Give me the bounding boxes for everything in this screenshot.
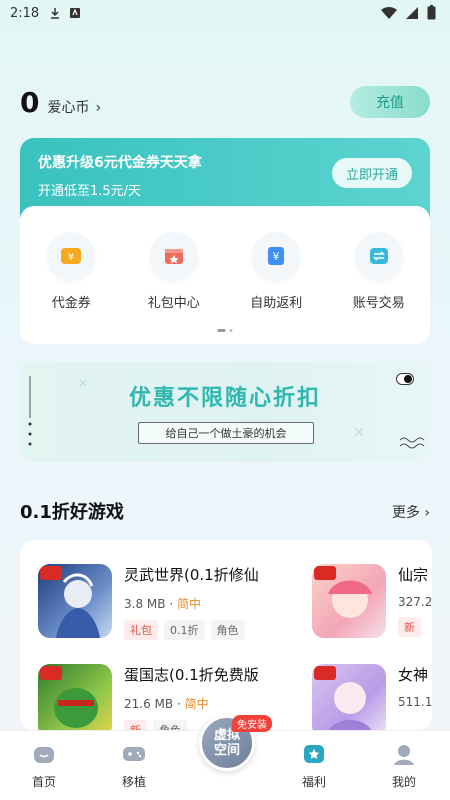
feature-rebate[interactable]: ¥ 自助返利 [231, 232, 321, 344]
game-meta: 327.2 [398, 595, 432, 609]
game-info: 灵武世界(0.1折修仙 3.8 MB · 简中 礼包 0.1折 角色 [124, 564, 294, 640]
game-name: 蛋国志(0.1折免费版 [124, 666, 259, 684]
nav-label: 移植 [121, 775, 146, 789]
game-name: 仙宗 [398, 566, 429, 584]
coins-label: 爱心币 [47, 100, 90, 116]
game-tag: 角色 [153, 720, 187, 730]
promo-banner[interactable]: 优惠不限随心折扣 给自己一个做土豪的机会 [20, 362, 430, 462]
game-item[interactable]: 女神 511.1 [312, 664, 432, 730]
game-thumbnail [312, 564, 386, 638]
banner-toggle-icon [396, 373, 414, 385]
no-install-badge: 免安装 [232, 715, 272, 732]
more-link[interactable]: 更多 › [392, 502, 430, 522]
nav-welfare[interactable]: 福利 [284, 741, 344, 790]
game-meta: 511.1 [398, 695, 432, 709]
signal-icon [406, 6, 418, 19]
battery-icon [427, 5, 436, 20]
game-item[interactable]: 灵武世界(0.1折修仙 3.8 MB · 简中 礼包 0.1折 角色 [38, 564, 294, 640]
status-right [381, 5, 436, 20]
game-tag: 礼包 [124, 620, 158, 640]
game-size: 21.6 MB [124, 697, 174, 711]
game-tag: 角色 [210, 620, 245, 640]
banner-title: 优惠不限随心折扣 [128, 386, 321, 411]
nav-home[interactable]: 首页 [14, 741, 74, 790]
game-name: 女神 [398, 666, 429, 684]
game-tag: 新 [124, 720, 147, 730]
nav-label: 我的 [391, 775, 416, 789]
voucher-icon: ¥ [47, 232, 96, 280]
recharge-button[interactable]: 充值 [350, 86, 430, 118]
chevron-right-icon: › [95, 100, 102, 116]
game-info: 女神 511.1 [398, 664, 432, 730]
nav-port[interactable]: 移植 [104, 741, 164, 790]
game-item[interactable]: 仙宗 327.2 新 [312, 564, 432, 638]
game-info: 仙宗 327.2 新 [398, 564, 432, 638]
account-trade-icon [354, 232, 403, 280]
nav-mine[interactable]: 我的 [374, 741, 434, 790]
chevron-right-icon: › [424, 505, 430, 521]
virtual-space-label: 虚拟 空间 [213, 728, 240, 758]
game-tags: 礼包 0.1折 角色 [124, 620, 294, 640]
feature-account-trade[interactable]: 账号交易 [334, 232, 424, 344]
app-notification-icon [70, 8, 81, 18]
welfare-star-icon [304, 745, 324, 763]
game-name: 灵武世界(0.1折修仙 [124, 566, 259, 584]
wifi-icon [381, 6, 397, 19]
svg-text:¥: ¥ [273, 250, 280, 263]
svg-text:¥: ¥ [68, 252, 74, 263]
nav-label: 福利 [301, 775, 326, 789]
bottom-nav: 首页 移植 虚拟 空间 免安装 福利 我的 [0, 715, 450, 800]
status-bar: 2:18 [0, 0, 450, 26]
games-card: 灵武世界(0.1折修仙 3.8 MB · 简中 礼包 0.1折 角色 仙宗 32… [20, 540, 432, 730]
feature-gift-center[interactable]: 礼包中心 [129, 232, 219, 344]
game-thumbnail [38, 664, 112, 730]
coins-count: 0 [20, 86, 40, 119]
more-label: 更多 [391, 505, 420, 521]
download-icon [51, 8, 60, 19]
nav-label: 首页 [31, 775, 56, 789]
status-time: 2:18 [10, 5, 40, 21]
game-tag: 0.1折 [164, 620, 205, 640]
game-language: 简中 [184, 697, 209, 711]
feature-label: 代金券 [51, 296, 91, 311]
feature-label: 自助返利 [250, 296, 303, 311]
coins-row[interactable]: 0 爱心币 › [20, 86, 101, 119]
feature-voucher[interactable]: ¥ 代金券 [26, 232, 116, 344]
section-title: 0.1折好游戏 [20, 502, 124, 523]
feature-label: 礼包中心 [147, 296, 200, 311]
meta-separator: · [169, 597, 174, 611]
banner-decoration [28, 376, 425, 449]
game-size: 3.8 MB [124, 597, 166, 611]
game-size: 327.2 [398, 595, 432, 609]
game-thumbnail [312, 664, 386, 730]
pager-dots [217, 329, 233, 332]
vip-open-button[interactable]: 立即开通 [332, 158, 412, 188]
game-meta: 21.6 MB · 简中 [124, 695, 294, 712]
game-size: 511.1 [398, 695, 432, 709]
gift-box-icon [149, 232, 198, 280]
meta-separator: · [176, 697, 181, 711]
home-icon [34, 747, 54, 763]
profile-icon [394, 745, 414, 765]
banner-subtitle: 给自己一个做土豪的机会 [138, 422, 314, 444]
game-language: 简中 [176, 597, 201, 611]
rebate-yen-icon: ¥ [252, 232, 301, 280]
game-tag: 新 [398, 617, 421, 637]
feature-label: 账号交易 [352, 296, 405, 311]
game-thumbnail [38, 564, 112, 638]
game-meta: 3.8 MB · 简中 [124, 595, 294, 612]
game-tags: 新 [398, 617, 432, 637]
features-card: ¥ 代金券 礼包中心 ¥ 自助返利 账号交易 [20, 206, 430, 344]
gamepad-icon [123, 747, 145, 761]
